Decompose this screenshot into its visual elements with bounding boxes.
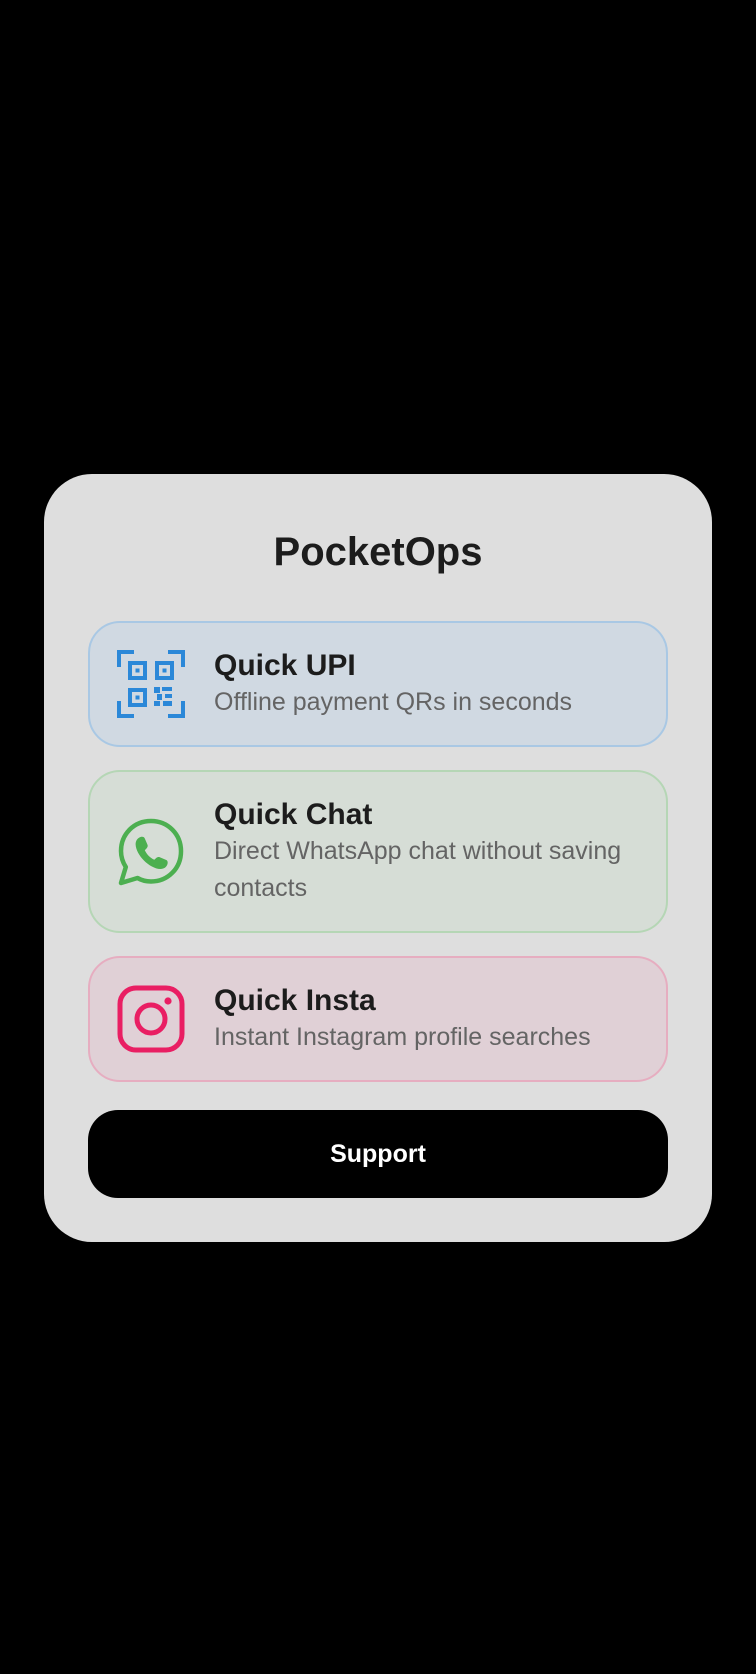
quick-upi-title: Quick UPI	[214, 648, 356, 682]
quick-insta-subtitle: Instant Instagram profile searches	[214, 1022, 591, 1051]
quick-upi-tile[interactable]: Quick UPI Offline payment QRs in seconds	[88, 621, 668, 747]
quick-chat-tile[interactable]: Quick Chat Direct WhatsApp chat without …	[88, 770, 668, 933]
quick-insta-tile[interactable]: Quick Insta Instant Instagram profile se…	[88, 956, 668, 1082]
quick-insta-title: Quick Insta	[214, 983, 376, 1017]
main-card: PocketOps Quick UPI Offline payment QRs …	[44, 474, 712, 1242]
quick-upi-subtitle: Offline payment QRs in seconds	[214, 687, 573, 716]
app-title: PocketOps	[273, 530, 483, 574]
instagram-icon	[116, 984, 186, 1054]
quick-chat-title: Quick Chat	[214, 797, 373, 831]
whatsapp-icon	[116, 817, 186, 887]
quick-chat-subtitle: Direct WhatsApp chat without saving cont…	[214, 836, 622, 902]
qr-code-icon	[116, 649, 186, 719]
support-button[interactable]: Support	[88, 1110, 668, 1198]
